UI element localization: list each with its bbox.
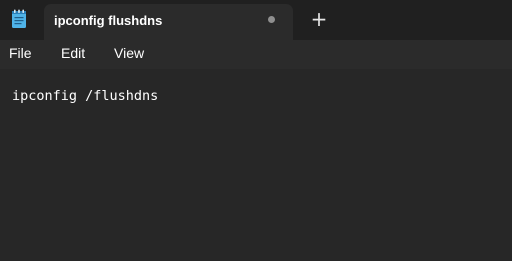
tab-title: ipconfig flushdns (54, 13, 163, 28)
new-tab-button[interactable]: + (307, 6, 331, 32)
unsaved-dot-icon[interactable] (268, 16, 275, 23)
editor-content[interactable]: ipconfig /flushdns (12, 88, 158, 104)
text-editor[interactable]: ipconfig /flushdns (0, 69, 512, 261)
menu-file[interactable]: File (9, 45, 32, 61)
notepad-icon (12, 9, 26, 28)
menu-edit[interactable]: Edit (61, 45, 85, 61)
menu-view[interactable]: View (114, 45, 144, 61)
title-bar: ipconfig flushdns + (0, 0, 512, 40)
document-tab[interactable]: ipconfig flushdns (44, 4, 293, 40)
menu-bar: File Edit View (0, 40, 512, 69)
